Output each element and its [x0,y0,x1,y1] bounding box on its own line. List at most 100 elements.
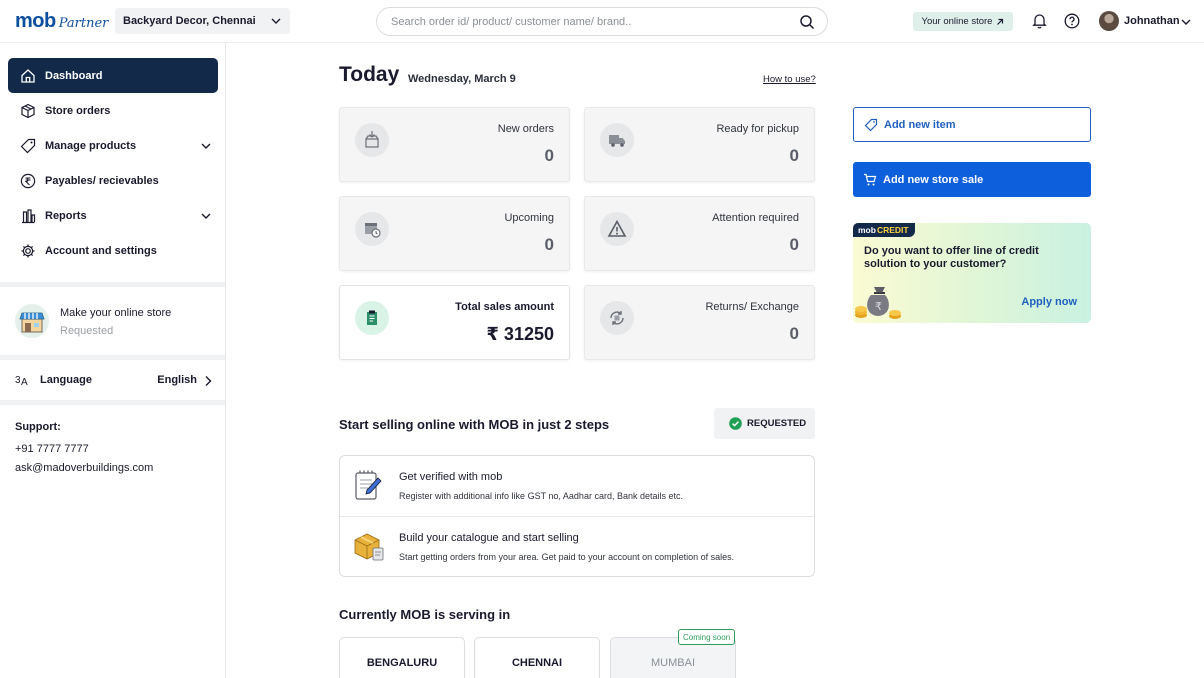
money-bag-icon: ₹ [853,277,905,323]
sidebar-item-label: Payables/ recievables [45,174,159,187]
online-store-title: Make your online store [60,307,172,319]
chevron-down-icon [200,140,212,152]
mob-credit-tag: mob CREDIT [853,223,915,237]
sidebar-item-manage-products[interactable]: Manage products [8,128,218,163]
language-selector[interactable]: 3A Language English [15,373,215,389]
step-title: Get verified with mob [399,471,503,483]
verify-form-icon [353,469,383,503]
support-phone[interactable]: +91 7777 7777 [15,443,153,455]
online-store-status: Requested [60,325,114,337]
list-item[interactable]: Build your catalogue and start selling S… [340,517,814,577]
how-to-use-link[interactable]: How to use? [763,74,816,85]
store-name: Backyard Decor, Chennai [123,15,256,27]
external-link-icon [996,18,1004,26]
bell-icon[interactable] [1031,12,1048,29]
language-label: Language [40,374,92,386]
stat-label: Returns/ Exchange [705,301,799,313]
stat-label: Attention required [712,212,799,224]
divider [0,282,225,287]
sidebar-item-payables[interactable]: Payables/ recievables [8,163,218,198]
city-name: BENGALURU [366,657,438,669]
support-section: Support: +91 7777 7777 ask@madoverbuildi… [15,421,153,481]
step-title: Build your catalogue and start selling [399,532,579,544]
chevron-down-icon [270,15,282,27]
stat-card-returns-exchange[interactable]: Returns/ Exchange 0 [584,285,815,360]
box-icon [21,103,35,118]
rupee-icon [20,173,36,188]
credit-question: Do you want to offer line of credit solu… [864,245,1039,270]
chevron-down-icon[interactable] [1180,16,1192,28]
check-circle-icon [729,417,742,430]
support-email[interactable]: ask@madoverbuildings.com [15,462,153,474]
onboarding-steps: Get verified with mob Register with addi… [339,455,815,577]
divider [0,355,225,360]
search-input[interactable] [391,15,781,28]
make-online-store-card[interactable]: Make your online store Requested [15,302,215,342]
credit-tag-suffix: CREDIT [876,225,909,235]
chevron-down-icon [200,210,212,222]
stat-value: 0 [544,146,554,165]
home-icon [21,68,35,83]
receipt-icon [355,301,389,335]
stat-card-new-orders[interactable]: New orders 0 [339,107,570,182]
city-name: CHENNAI [511,657,563,669]
page-title: Today [339,63,400,86]
city-name: MUMBAI [651,657,695,669]
stat-value: 0 [544,235,554,254]
chevron-right-icon [203,375,213,387]
stat-card-upcoming[interactable]: Upcoming 0 [339,196,570,271]
stat-label: Upcoming [504,212,554,224]
stat-card-total-sales[interactable]: Total sales amount ₹ 31250 [339,285,570,360]
your-online-store-button[interactable]: Your online store [913,12,1013,31]
sidebar-item-dashboard[interactable]: Dashboard [8,58,218,93]
apply-now-link[interactable]: Apply now [1021,296,1077,308]
sidebar-item-label: Manage products [45,139,137,152]
sidebar: Dashboard Store orders Manage products P… [0,43,226,678]
stat-label: Ready for pickup [716,123,799,135]
mob-credit-card: mob CREDIT Do you want to offer line of … [853,223,1091,323]
language-value: English [157,374,197,386]
add-new-item-label: Add new item [884,118,956,131]
calendar-clock-icon [355,212,389,246]
city-card-chennai[interactable]: CHENNAI [474,637,600,678]
shop-icon [15,304,49,338]
stat-label: New orders [497,123,554,135]
warning-icon [600,212,634,246]
logo-text: mob [15,10,56,32]
avatar[interactable] [1099,11,1119,31]
help-icon[interactable] [1064,13,1080,29]
list-item[interactable]: Get verified with mob Register with addi… [340,456,814,516]
sidebar-item-label: Store orders [45,104,111,117]
gear-icon [21,244,35,257]
cart-icon [863,173,877,187]
online-store-label: Your online store [921,16,993,27]
chart-icon [22,208,36,223]
incoming-box-icon [355,123,389,157]
add-new-store-sale-label: Add new store sale [883,173,984,186]
mob-partner-logo[interactable]: mob Partner [15,10,108,34]
add-new-item-button[interactable]: Add new item [853,107,1091,142]
top-bar: mob Partner Backyard Decor, Chennai Your… [0,0,1204,43]
sidebar-item-account-settings[interactable]: Account and settings [8,233,218,268]
sidebar-item-label: Dashboard [45,69,103,82]
stat-card-ready-for-pickup[interactable]: Ready for pickup 0 [584,107,815,182]
user-name[interactable]: Johnathan [1124,15,1180,27]
serving-cities-title: Currently MOB is serving in [339,607,511,622]
stat-card-attention-required[interactable]: Attention required 0 [584,196,815,271]
stat-value: 0 [789,324,799,343]
search-icon[interactable] [799,14,815,30]
sidebar-item-label: Reports [45,209,87,222]
sidebar-item-store-orders[interactable]: Store orders [8,93,218,128]
sidebar-item-reports[interactable]: Reports [8,198,218,233]
city-card-bengaluru[interactable]: BENGALURU [339,637,465,678]
add-new-store-sale-button[interactable]: Add new store sale [853,162,1091,197]
logo-subtext: Partner [58,16,109,31]
step-description: Register with additional info like GST n… [399,491,683,501]
exchange-icon [600,301,634,335]
online-selling-title: Start selling online with MOB in just 2 … [339,417,610,432]
store-selector[interactable]: Backyard Decor, Chennai [115,8,290,34]
divider [0,400,225,405]
tag-icon [864,118,878,132]
coming-soon-badge: Coming soon [678,629,736,645]
sidebar-item-label: Account and settings [45,244,157,257]
